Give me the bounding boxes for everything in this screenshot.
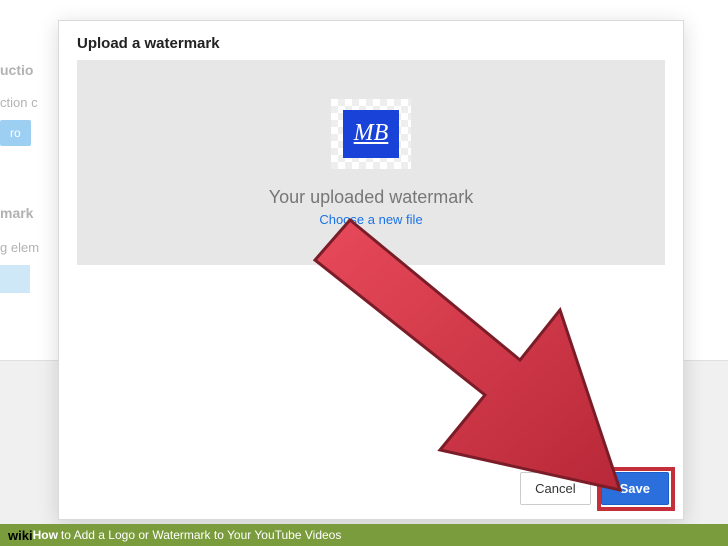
upload-watermark-modal: Upload a watermark MB Your uploaded wate… [58,20,684,520]
modal-footer: Cancel Save [520,472,669,505]
wikihow-logo-how: How [33,528,58,542]
bg-section-heading: uctio [0,62,33,78]
article-title: to Add a Logo or Watermark to Your YouTu… [61,528,341,542]
wikihow-logo-wiki: wiki [8,528,33,543]
uploaded-watermark-label: Your uploaded watermark [269,187,473,208]
watermark-logo-text: MB [354,120,389,147]
transparency-checker: MB [331,99,411,169]
bg-section-desc: ction c [0,95,38,110]
wikihow-caption-bar: wikiHow to Add a Logo or Watermark to Yo… [0,524,728,546]
bg-intro-button: ro [0,120,31,146]
bg-secondary-button [0,265,30,293]
save-button[interactable]: Save [601,472,669,505]
watermark-preview-logo: MB [343,110,399,158]
choose-new-file-link[interactable]: Choose a new file [319,212,422,227]
bg-watermark-desc: g elem [0,240,39,255]
bg-watermark-heading: mark [0,205,33,221]
modal-title: Upload a watermark [59,21,683,60]
upload-preview-area: MB Your uploaded watermark Choose a new … [77,60,665,265]
cancel-button[interactable]: Cancel [520,472,590,505]
